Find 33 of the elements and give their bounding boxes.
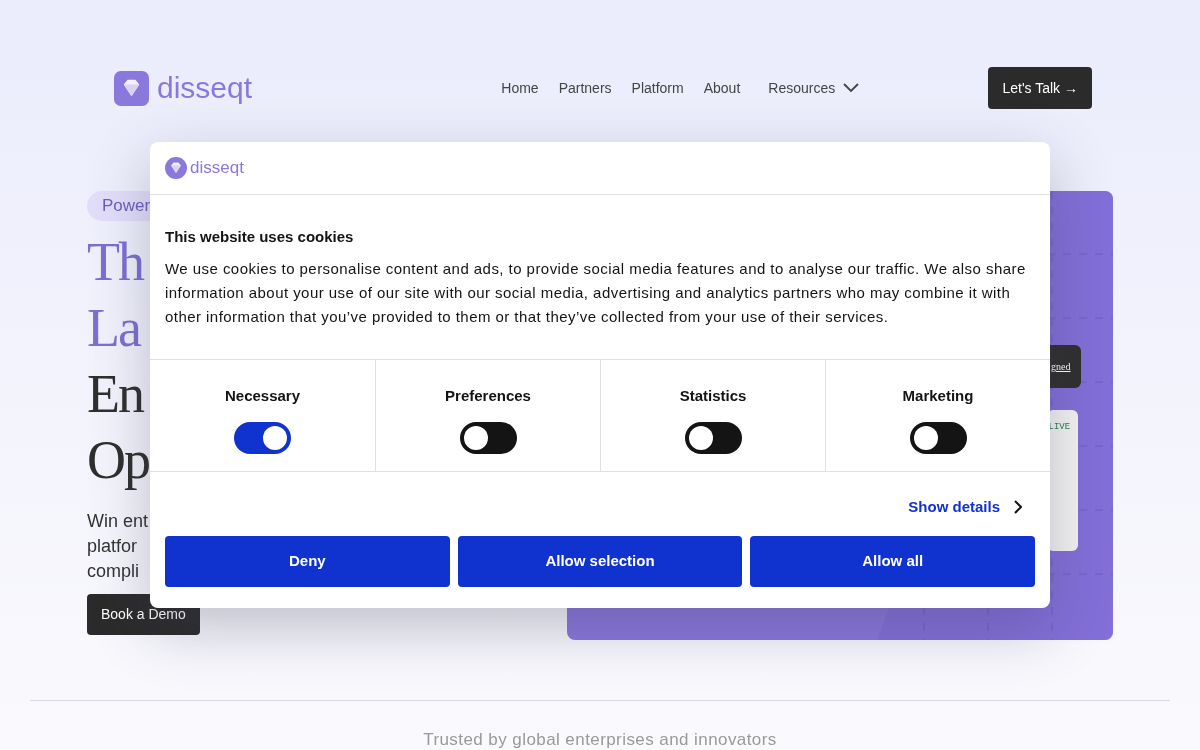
category-label: Statistics <box>679 386 747 406</box>
hero-subtitle-line: compli <box>87 560 140 583</box>
hero-heading-line: Th <box>87 231 145 294</box>
consent-button[interactable]: Allow selection <box>457 535 743 587</box>
consent-button[interactable]: Allow all <box>750 535 1035 587</box>
category-label: Marketing <box>902 386 974 406</box>
category-toggle[interactable] <box>684 421 742 454</box>
hero-heading-line: La <box>87 297 142 360</box>
nav-link[interactable]: Partners <box>558 77 612 99</box>
nav-link[interactable]: Home <box>501 77 539 99</box>
nav-link[interactable]: About <box>703 77 741 99</box>
dialog-title: This website uses cookies <box>165 227 355 247</box>
lets-talk-button[interactable]: Let's Talk → <box>988 67 1092 109</box>
nav-link[interactable]: Platform <box>631 77 684 99</box>
hero-subtitle-line: Win ent <box>87 510 149 533</box>
hero-heading-line: Op <box>87 429 149 492</box>
dialog-body: We use cookies to personalise content and ads, to provide social media features and to analyse our traffic. We also share information about your use of our site with our social media, advertising and analytics partners who may combine it with other information that you’ve provided to them or that they’ve collected from your use of their services. <box>165 259 1027 327</box>
category-label: Necessary <box>224 386 301 406</box>
chevron-right-icon <box>1014 500 1022 515</box>
hero-subtitle-line: platfor <box>87 535 139 558</box>
category-label: Preferences <box>445 386 531 406</box>
show-details-link[interactable]: Show details <box>908 496 1022 519</box>
category-toggle[interactable] <box>459 421 517 454</box>
logo-icon <box>165 157 187 179</box>
nav-link[interactable]: Resources <box>768 77 860 99</box>
dialog-logo-text: disseqt <box>190 157 244 180</box>
logo-icon <box>114 70 149 106</box>
trusted-caption: Trusted by global enterprises and innovators <box>423 729 777 750</box>
category-toggle[interactable] <box>234 421 291 454</box>
hero-heading-line: En <box>87 363 145 426</box>
consent-button[interactable]: Deny <box>165 535 450 587</box>
status-label: LIVE <box>1048 422 1072 432</box>
category-toggle[interactable] <box>909 421 967 454</box>
